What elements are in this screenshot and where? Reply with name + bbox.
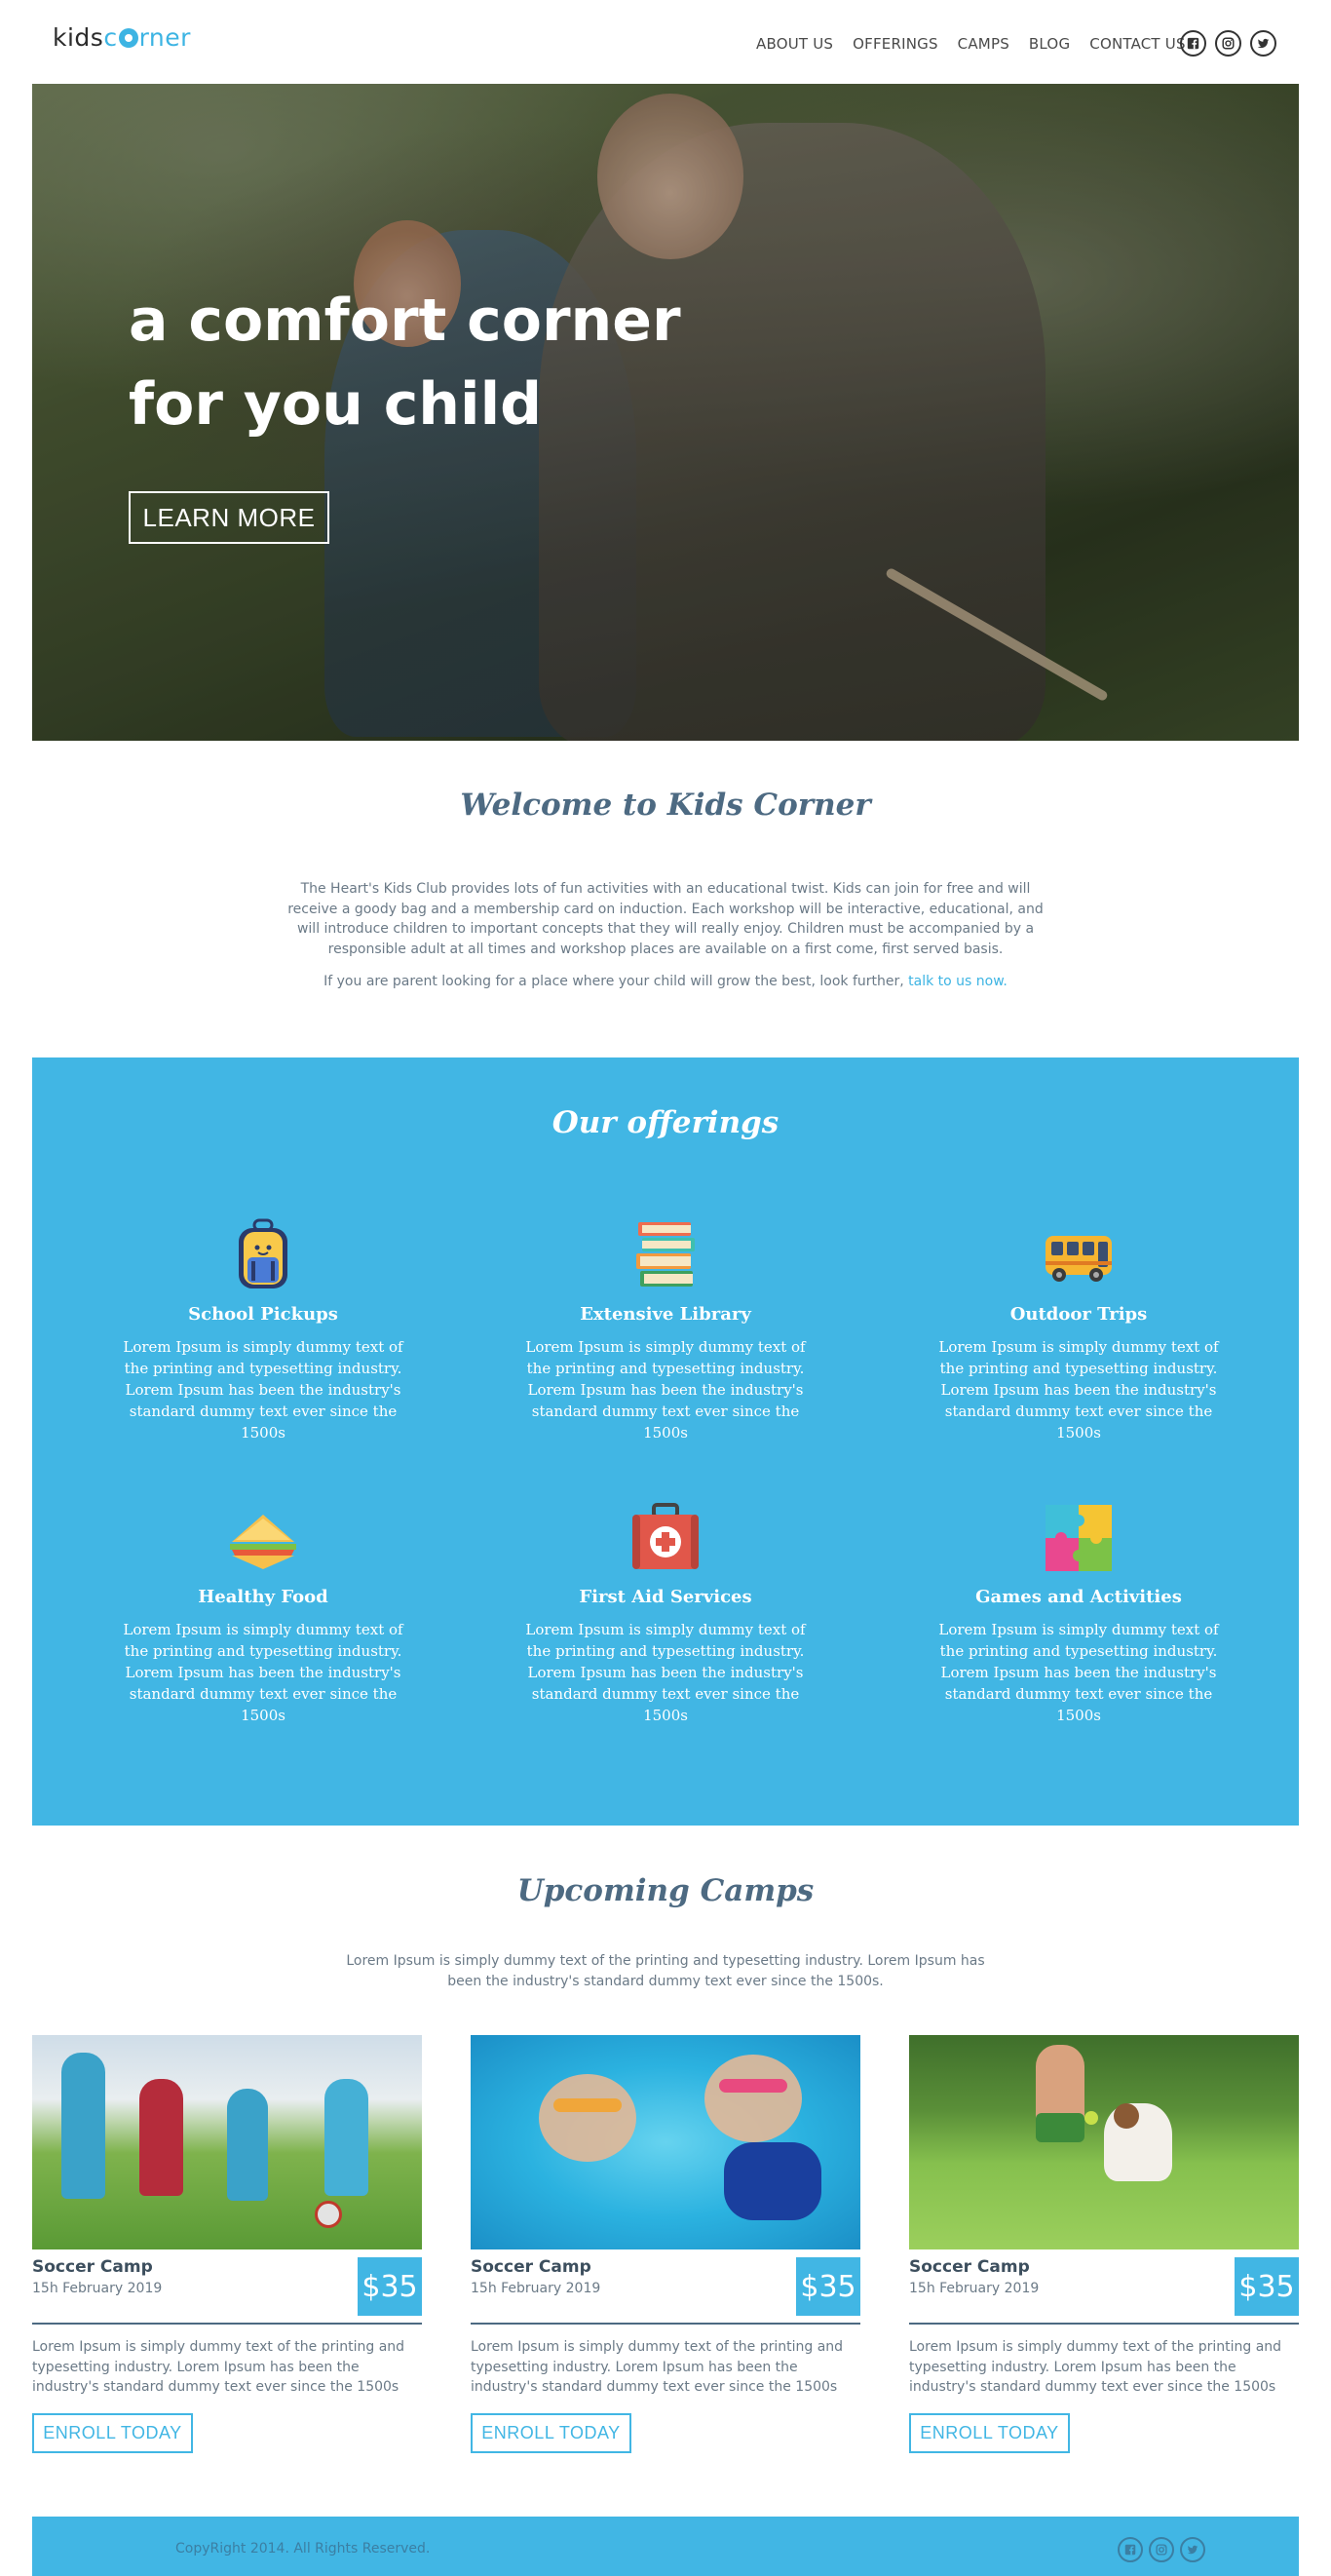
offering-text: Lorem Ipsum is simply dummy text of the …: [123, 1621, 403, 1724]
camp-price: $35: [796, 2257, 860, 2316]
logo[interactable]: kidsc rner: [53, 23, 191, 52]
twitter-icon[interactable]: [1250, 30, 1276, 57]
camps-subtitle: Lorem Ipsum is simply dummy text of the …: [346, 1953, 985, 1989]
divider: [909, 2323, 1299, 2325]
camp-price: $35: [1235, 2257, 1299, 2316]
talk-to-us-link[interactable]: talk to us now.: [908, 974, 1008, 989]
offering-title: Games and Activities: [975, 1587, 1182, 1607]
camp-card: Soccer Camp 15h February 2019 $35 Lorem …: [32, 2035, 422, 2453]
welcome-cta: If you are parent looking for a place wh…: [323, 974, 1008, 989]
nav-about-us[interactable]: ABOUT US: [756, 35, 833, 53]
camp-description: Lorem Ipsum is simply dummy text of the …: [471, 2339, 844, 2395]
site-header: kidsc rner ABOUT US OFFERINGS CAMPS BLOG …: [0, 0, 1331, 84]
nav-camps[interactable]: CAMPS: [958, 35, 1009, 53]
camp-card: Soccer Camp 15h February 2019 $35 Lorem …: [909, 2035, 1299, 2453]
camp-price: $35: [358, 2257, 422, 2316]
offering-title: School Pickups: [188, 1304, 338, 1325]
nav-offerings[interactable]: OFFERINGS: [853, 35, 938, 53]
header-social-links: [1180, 30, 1276, 57]
offering-text: Lorem Ipsum is simply dummy text of the …: [938, 1338, 1219, 1442]
camp-date: 15h February 2019: [471, 2281, 601, 2296]
twitter-icon[interactable]: [1180, 2537, 1205, 2562]
camp-date: 15h February 2019: [909, 2281, 1040, 2296]
offering-title: Healthy Food: [198, 1587, 328, 1607]
camp-photo-dog-play: [909, 2035, 1299, 2249]
offering-title: Extensive Library: [580, 1304, 751, 1325]
divider: [32, 2323, 422, 2325]
enroll-today-button[interactable]: ENROLL TODAY: [909, 2413, 1070, 2453]
camp-photo-swimming: [471, 2035, 860, 2249]
facebook-icon[interactable]: [1118, 2537, 1143, 2562]
camp-title: Soccer Camp: [32, 2257, 153, 2277]
facebook-icon[interactable]: [1180, 30, 1206, 57]
camps-title: Upcoming Camps: [516, 1873, 815, 1908]
enroll-today-button[interactable]: ENROLL TODAY: [32, 2413, 193, 2453]
welcome-title: Welcome to Kids Corner: [460, 788, 871, 823]
offering-school-pickups: School Pickups Lorem Ipsum is simply dum…: [107, 1218, 419, 1443]
offering-outdoor-trips: Outdoor Trips Lorem Ipsum is simply dumm…: [923, 1218, 1235, 1443]
puzzle-icon: [1046, 1505, 1112, 1571]
hero-headline: a comfort corner for you child: [129, 287, 681, 439]
offering-title: First Aid Services: [579, 1587, 752, 1607]
offering-text: Lorem Ipsum is simply dummy text of the …: [938, 1621, 1219, 1724]
books-icon: [636, 1222, 695, 1287]
sandwich-icon: [230, 1515, 296, 1569]
instagram-icon[interactable]: [1149, 2537, 1174, 2562]
welcome-body: The Heart's Kids Club provides lots of f…: [287, 881, 1044, 957]
camp-title: Soccer Camp: [909, 2257, 1030, 2277]
offering-text: Lorem Ipsum is simply dummy text of the …: [525, 1338, 806, 1442]
camp-date: 15h February 2019: [32, 2281, 163, 2296]
soccer-ball-icon: [118, 28, 138, 48]
offering-first-aid: First Aid Services Lorem Ipsum is simply…: [510, 1501, 821, 1726]
enroll-today-button[interactable]: ENROLL TODAY: [471, 2413, 631, 2453]
offering-title: Outdoor Trips: [1009, 1304, 1148, 1325]
copyright-text: CopyRight 2014. All Rights Reserved.: [175, 2541, 431, 2557]
offering-text: Lorem Ipsum is simply dummy text of the …: [525, 1621, 806, 1724]
hero-banner: a comfort corner for you child LEARN MORE: [32, 84, 1299, 741]
offerings-section: Our offerings School Pickups Lorem Ipsum…: [32, 1057, 1299, 1826]
camp-description: Lorem Ipsum is simply dummy text of the …: [32, 2339, 405, 2395]
camp-card: Soccer Camp 15h February 2019 $35 Lorem …: [471, 2035, 860, 2453]
offering-healthy-food: Healthy Food Lorem Ipsum is simply dummy…: [107, 1501, 419, 1726]
nav-blog[interactable]: BLOG: [1029, 35, 1070, 53]
offering-games-activities: Games and Activities Lorem Ipsum is simp…: [923, 1501, 1235, 1726]
camp-photo-soccer: [32, 2035, 422, 2249]
main-nav: ABOUT US OFFERINGS CAMPS BLOG CONTACT US: [756, 35, 1186, 53]
camp-title: Soccer Camp: [471, 2257, 591, 2277]
offerings-title: Our offerings: [551, 1105, 780, 1140]
offering-text: Lorem Ipsum is simply dummy text of the …: [123, 1338, 403, 1442]
learn-more-button[interactable]: LEARN MORE: [129, 491, 329, 544]
bus-icon: [1046, 1236, 1112, 1282]
backpack-icon: [239, 1218, 287, 1288]
first-aid-kit-icon: [632, 1503, 699, 1569]
site-footer: CopyRight 2014. All Rights Reserved.: [32, 2517, 1299, 2576]
nav-contact-us[interactable]: CONTACT US: [1089, 35, 1185, 53]
instagram-icon[interactable]: [1215, 30, 1241, 57]
footer-social-links: [1118, 2537, 1205, 2562]
camp-description: Lorem Ipsum is simply dummy text of the …: [909, 2339, 1282, 2395]
offering-extensive-library: Extensive Library Lorem Ipsum is simply …: [510, 1218, 821, 1443]
divider: [471, 2323, 860, 2325]
